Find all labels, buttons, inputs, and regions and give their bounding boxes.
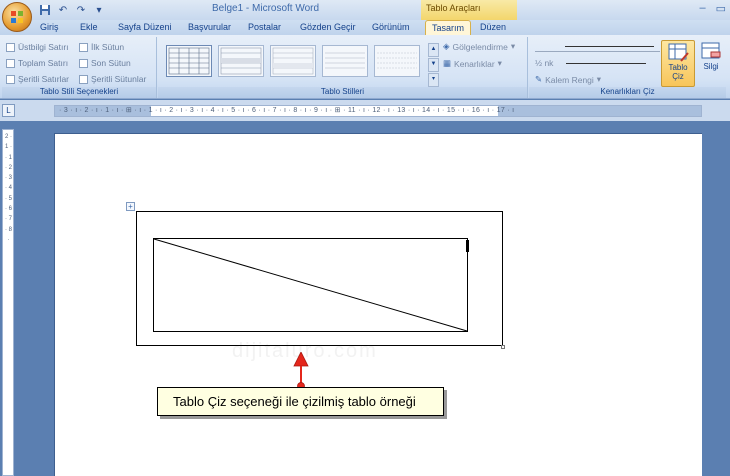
table-style-swatch[interactable] — [166, 45, 212, 77]
checkbox-box[interactable] — [6, 74, 15, 84]
eraser-button[interactable]: Silgi — [695, 40, 727, 87]
checkbox-last-column[interactable]: Son Sütun — [79, 58, 131, 68]
checkbox-banded-columns[interactable]: Şeritli Sütunlar — [79, 74, 146, 84]
line-style-select[interactable] — [535, 42, 660, 52]
redo-icon[interactable]: ↷ — [74, 4, 88, 17]
drawn-table-inner-cell[interactable] — [153, 238, 469, 333]
pen-color-button[interactable]: ✎ Kalem Rengi ▾ — [535, 74, 601, 85]
chevron-down-icon[interactable]: ▼ — [428, 58, 439, 72]
group-table-styles: ▲ ▼ ▾ ◈ Gölgelendirme ▾ ▦ Kenarlıklar ▾ Ta… — [158, 37, 528, 98]
draw-table-icon — [668, 43, 689, 62]
tab-basvurular[interactable]: Başvurular — [188, 20, 231, 35]
vertical-ruler-ticks: 2 · 1 · · 1 · 2 · 3 · 4 · 5 · 6 · 7 · 8 … — [4, 134, 12, 243]
horizontal-ruler[interactable]: · 3 · ı · 2 · ı · 1 · ı · ⊞ · ı · 1 · ı … — [54, 105, 702, 117]
group-label: Tablo Stilleri — [158, 87, 527, 98]
group-label: Kenarlıkları Çiz — [529, 87, 726, 98]
title-bar: ↶ ↷ ▾ Belge1 - Microsoft Word Tablo Araç… — [0, 0, 730, 20]
checkbox-box[interactable] — [6, 42, 15, 52]
table-move-handle[interactable]: + — [126, 202, 135, 211]
borders-icon: ▦ — [443, 58, 452, 68]
restore-button[interactable]: ▭ — [716, 2, 726, 15]
checkbox-box[interactable] — [6, 58, 15, 68]
tab-sayfa-duzeni[interactable]: Sayfa Düzeni — [118, 20, 172, 35]
tab-giris[interactable]: Giriş — [40, 20, 59, 35]
pen-weight-select[interactable]: ½ nk — [535, 58, 660, 68]
checkbox-header-row[interactable]: Üstbilgi Satırı — [6, 42, 69, 52]
window-title: Belge1 - Microsoft Word — [212, 3, 320, 14]
minimize-button[interactable]: – — [699, 2, 705, 15]
callout-arrow-icon — [293, 352, 309, 390]
borders-button[interactable]: ▦ Kenarlıklar ▾ — [443, 58, 502, 69]
chevron-down-icon: ▾ — [596, 74, 602, 84]
group-table-style-options: Üstbilgi Satırı İlk Sütun Toplam Satırı … — [2, 37, 157, 98]
checkbox-first-column[interactable]: İlk Sütun — [79, 42, 124, 52]
callout-note: Tablo Çiz seçeneği ile çizilmiş tablo ör… — [157, 387, 444, 416]
group-draw-borders: ½ nk ✎ Kalem Rengi ▾ Tablo Çiz Silgi Kena… — [529, 37, 726, 98]
text-cursor — [466, 240, 469, 252]
ribbon: Üstbilgi Satırı İlk Sütun Toplam Satırı … — [0, 35, 730, 99]
diagonal-line — [153, 238, 468, 332]
checkbox-box[interactable] — [79, 58, 88, 68]
tab-gozden-gecir[interactable]: Gözden Geçir — [300, 20, 356, 35]
tab-postalar[interactable]: Postalar — [248, 20, 281, 35]
window-controls: – ▭ — [699, 2, 726, 15]
contextual-tab-title: Tablo Araçları — [421, 0, 517, 20]
line-style-preview — [565, 46, 654, 47]
ribbon-tabs: Giriş Ekle Sayfa Düzeni Başvurular Posta… — [0, 20, 730, 35]
checkbox-box[interactable] — [79, 42, 88, 52]
tab-ekle[interactable]: Ekle — [80, 20, 98, 35]
checkbox-banded-rows[interactable]: Şeritli Satırlar — [6, 74, 69, 84]
checkbox-total-row[interactable]: Toplam Satırı — [6, 58, 68, 68]
chevron-up-icon[interactable]: ▲ — [428, 43, 439, 57]
checkbox-box[interactable] — [79, 74, 88, 84]
save-icon[interactable] — [38, 4, 52, 17]
styles-gallery-scroll[interactable]: ▲ ▼ ▾ — [428, 43, 439, 87]
table-style-swatch[interactable] — [218, 45, 264, 77]
tab-tasarim[interactable]: Tasarım — [425, 20, 472, 35]
eraser-icon — [701, 42, 721, 59]
table-resize-handle[interactable] — [501, 345, 505, 349]
ruler-ticks: · 3 · ı · 2 · ı · 1 · ı · ⊞ · ı · 1 · ı … — [59, 107, 515, 114]
line-weight-preview — [566, 62, 647, 64]
office-logo-icon — [11, 11, 23, 23]
tab-duzen[interactable]: Düzen — [480, 20, 506, 35]
table-style-swatch[interactable] — [374, 45, 420, 77]
customize-icon[interactable]: ▾ — [92, 4, 106, 17]
vertical-ruler[interactable]: 2 · 1 · · 1 · 2 · 3 · 4 · 5 · 6 · 7 · 8 … — [2, 129, 14, 476]
shading-button[interactable]: ◈ Gölgelendirme ▾ — [443, 41, 515, 52]
group-label: Tablo Stili Seçenekleri — [2, 87, 156, 98]
tab-gorunum[interactable]: Görünüm — [372, 20, 410, 35]
chevron-down-icon: ▾ — [497, 58, 502, 68]
table-style-swatch[interactable] — [322, 45, 368, 77]
table-style-swatch[interactable] — [270, 45, 316, 77]
chevron-down-icon: ▾ — [510, 41, 516, 51]
pen-icon: ✎ — [535, 74, 543, 84]
draw-table-button[interactable]: Tablo Çiz — [661, 40, 695, 87]
quick-access-toolbar: ↶ ↷ ▾ — [38, 3, 106, 17]
workspace-background — [703, 121, 730, 476]
tab-selector[interactable]: L — [2, 104, 15, 117]
paint-bucket-icon: ◈ — [443, 41, 450, 51]
more-styles-icon[interactable]: ▾ — [428, 73, 439, 87]
undo-icon[interactable]: ↶ — [56, 4, 70, 17]
office-button[interactable] — [2, 2, 32, 32]
